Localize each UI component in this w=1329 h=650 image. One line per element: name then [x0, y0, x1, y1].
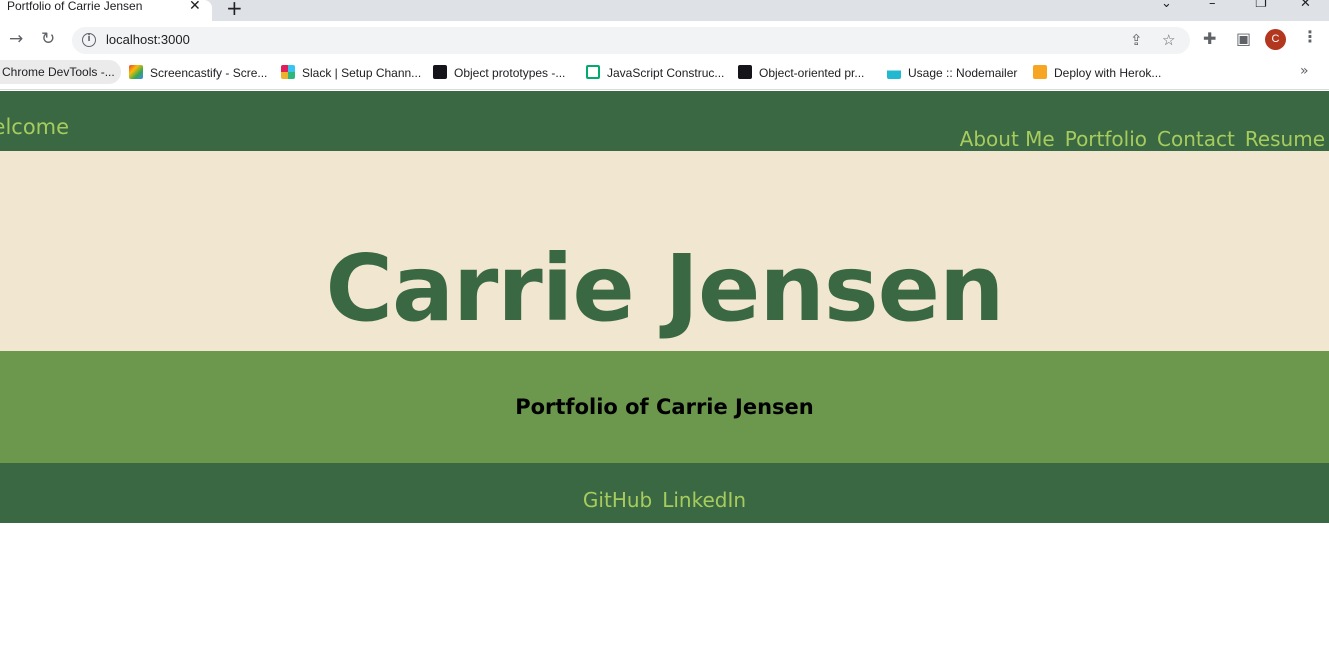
- site-footer: GitHub LinkedIn: [0, 463, 1329, 523]
- profile-avatar[interactable]: C: [1265, 29, 1286, 50]
- firebase-icon: [1033, 65, 1047, 79]
- bookmark-item[interactable]: Object prototypes -...: [433, 64, 565, 82]
- minimize-icon[interactable]: –: [1209, 0, 1216, 11]
- forward-icon[interactable]: →: [9, 29, 23, 49]
- restore-icon[interactable]: ❐: [1255, 0, 1267, 11]
- bookmark-label: Usage :: Nodemailer: [908, 66, 1018, 80]
- nav-contact[interactable]: Contact: [1157, 127, 1235, 151]
- main-nav: About Me Portfolio Contact Resume: [960, 127, 1325, 151]
- share-icon[interactable]: ⇪: [1130, 31, 1143, 49]
- new-tab-icon[interactable]: +: [226, 0, 243, 20]
- page-viewport: Welcome About Me Portfolio Contact Resum…: [0, 91, 1329, 650]
- reload-icon[interactable]: ↻: [41, 29, 55, 49]
- browser-tabstrip: Portfolio of Carrie Jensen ✕ + ⌄ – ❐ ✕: [0, 0, 1329, 21]
- window-close-icon[interactable]: ✕: [1300, 0, 1311, 11]
- mdn-icon: [738, 65, 752, 79]
- bookmarks-bar: Chrome DevTools -... Screencastify - Scr…: [0, 57, 1329, 90]
- side-panel-icon[interactable]: ▣: [1236, 29, 1251, 48]
- bookmark-item[interactable]: Slack | Setup Chann...: [281, 64, 421, 82]
- bookmark-label: Object-oriented pr...: [759, 66, 865, 80]
- bookmark-label: Screencastify - Scre...: [150, 66, 268, 80]
- site-header: Welcome About Me Portfolio Contact Resum…: [0, 91, 1329, 151]
- browser-tab[interactable]: Portfolio of Carrie Jensen ✕: [0, 0, 212, 21]
- screencastify-icon: [129, 65, 143, 79]
- hero-name: Carrie Jensen: [325, 235, 1004, 342]
- mdn-icon: [433, 65, 447, 79]
- tab-search-icon[interactable]: ⌄: [1161, 0, 1172, 11]
- menu-icon[interactable]: ⋮: [1302, 27, 1318, 46]
- welcome-heading: Welcome: [0, 115, 70, 139]
- bookmark-item[interactable]: Deploy with Herok...: [1033, 64, 1161, 82]
- subtitle-section: Portfolio of Carrie Jensen: [0, 351, 1329, 463]
- bookmark-item[interactable]: Chrome DevTools -...: [0, 60, 121, 84]
- bookmark-star-icon[interactable]: ☆: [1162, 31, 1175, 49]
- nodemailer-icon: [887, 65, 901, 79]
- bookmark-label: Chrome DevTools -...: [2, 65, 115, 79]
- more-bookmarks-icon[interactable]: »: [1300, 63, 1309, 79]
- nav-about-me[interactable]: About Me: [960, 127, 1055, 151]
- site-info-icon[interactable]: i: [82, 33, 96, 47]
- bookmark-label: Deploy with Herok...: [1054, 66, 1162, 80]
- bookmark-label: Slack | Setup Chann...: [302, 66, 422, 80]
- linkedin-link[interactable]: LinkedIn: [662, 488, 746, 512]
- bookmark-item[interactable]: Screencastify - Scre...: [129, 64, 267, 82]
- tab-title: Portfolio of Carrie Jensen: [7, 0, 143, 13]
- browser-toolbar: → ↻ i localhost:3000 ⇪ ☆ ✚ ▣ C ⋮: [0, 21, 1329, 57]
- bookmark-label: JavaScript Construc...: [607, 66, 725, 80]
- bookmark-item[interactable]: Object-oriented pr...: [738, 64, 864, 82]
- w3schools-icon: [586, 65, 600, 79]
- extensions-icon[interactable]: ✚: [1203, 29, 1216, 48]
- hero-section: Carrie Jensen: [0, 151, 1329, 351]
- bookmark-item[interactable]: Usage :: Nodemailer: [887, 64, 1017, 82]
- close-icon[interactable]: ✕: [189, 0, 201, 14]
- portfolio-subtitle: Portfolio of Carrie Jensen: [515, 395, 814, 419]
- nav-portfolio[interactable]: Portfolio: [1065, 127, 1147, 151]
- github-link[interactable]: GitHub: [583, 488, 652, 512]
- bookmark-item[interactable]: JavaScript Construc...: [586, 64, 724, 82]
- slack-icon: [281, 65, 295, 79]
- url-text: localhost:3000: [106, 32, 190, 47]
- address-bar[interactable]: i localhost:3000 ⇪ ☆: [72, 27, 1190, 54]
- bookmark-label: Object prototypes -...: [454, 66, 566, 80]
- footer-links: GitHub LinkedIn: [0, 488, 1329, 512]
- nav-resume[interactable]: Resume: [1245, 127, 1325, 151]
